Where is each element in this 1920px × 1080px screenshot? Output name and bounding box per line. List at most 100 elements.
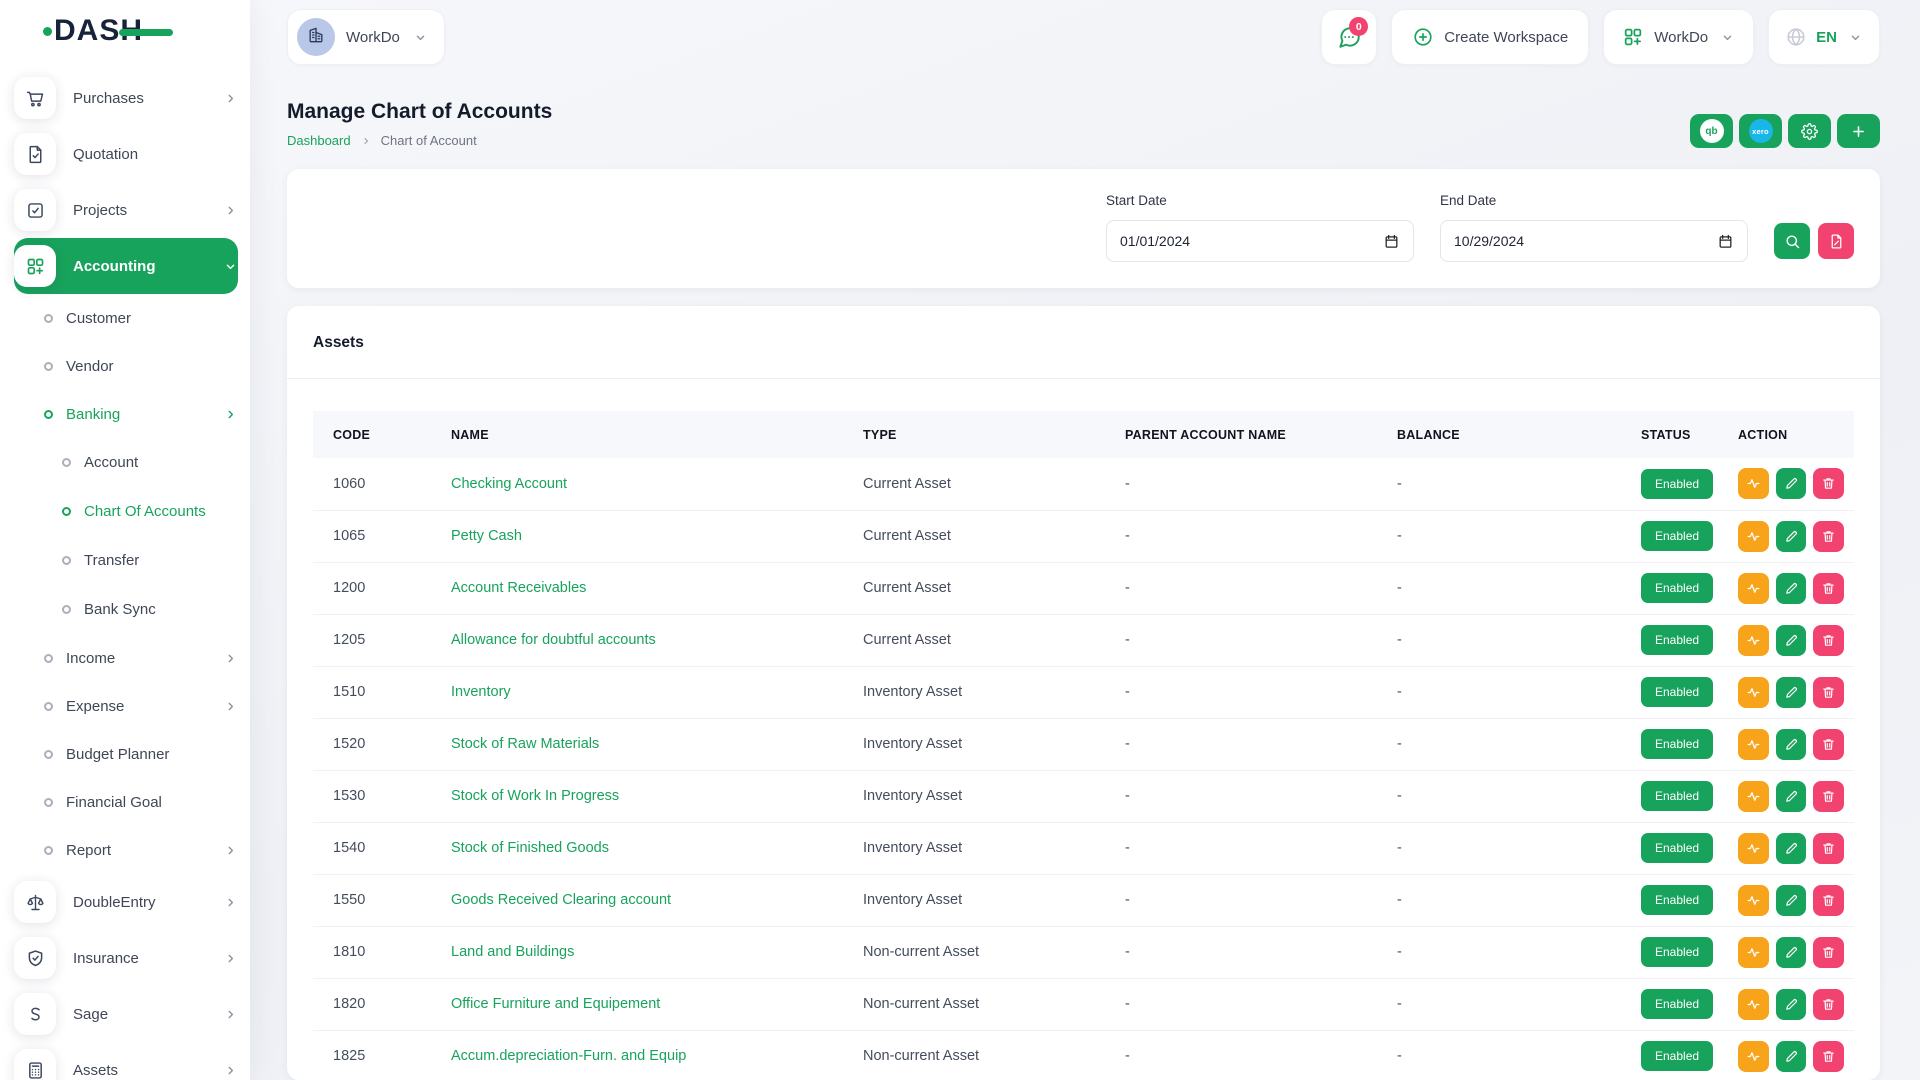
transactions-button[interactable] — [1738, 833, 1769, 864]
edit-button[interactable] — [1776, 729, 1807, 760]
delete-button[interactable] — [1813, 833, 1844, 864]
scale-icon — [14, 881, 56, 923]
app-menu-dropdown[interactable]: WorkDo — [1603, 9, 1754, 65]
account-link[interactable]: Account Receivables — [451, 580, 586, 596]
sidebar-item-sage[interactable]: Sage — [14, 986, 238, 1042]
edit-button[interactable] — [1776, 521, 1807, 552]
status-badge[interactable]: Enabled — [1641, 781, 1713, 811]
transactions-button[interactable] — [1738, 468, 1769, 499]
account-link[interactable]: Allowance for doubtful accounts — [451, 632, 656, 648]
delete-button[interactable] — [1813, 989, 1844, 1020]
sidebar-item-bank-sync[interactable]: Bank Sync — [14, 585, 238, 634]
quickbooks-button[interactable]: qb — [1690, 114, 1733, 148]
status-badge[interactable]: Enabled — [1641, 521, 1713, 551]
sidebar-item-label: Budget Planner — [66, 746, 169, 763]
edit-button[interactable] — [1776, 937, 1807, 968]
transactions-button[interactable] — [1738, 729, 1769, 760]
sidebar-item-projects[interactable]: Projects — [14, 182, 238, 238]
messages-button[interactable]: 0 — [1321, 9, 1377, 65]
account-link[interactable]: Stock of Finished Goods — [451, 840, 609, 856]
delete-button[interactable] — [1813, 729, 1844, 760]
account-link[interactable]: Inventory — [451, 684, 511, 700]
edit-button[interactable] — [1776, 989, 1807, 1020]
sidebar-item-accounting[interactable]: Accounting — [14, 238, 238, 294]
workspace-selector[interactable]: WorkDo — [287, 9, 445, 65]
breadcrumb-dashboard-link[interactable]: Dashboard — [287, 133, 351, 148]
status-badge[interactable]: Enabled — [1641, 469, 1713, 499]
account-link[interactable]: Petty Cash — [451, 528, 522, 544]
sidebar-item-financial-goal[interactable]: Financial Goal — [14, 778, 238, 826]
transactions-button[interactable] — [1738, 1041, 1769, 1072]
sidebar-item-doubleentry[interactable]: DoubleEntry — [14, 874, 238, 930]
edit-button[interactable] — [1776, 625, 1807, 656]
sidebar-item-report[interactable]: Report — [14, 826, 238, 874]
sidebar-item-expense[interactable]: Expense — [14, 682, 238, 730]
sidebar-item-income[interactable]: Income — [14, 634, 238, 682]
status-badge[interactable]: Enabled — [1641, 833, 1713, 863]
status-badge[interactable]: Enabled — [1641, 885, 1713, 915]
edit-button[interactable] — [1776, 1041, 1807, 1072]
apply-filter-button[interactable] — [1774, 223, 1810, 259]
edit-button[interactable] — [1776, 468, 1807, 499]
create-workspace-button[interactable]: Create Workspace — [1391, 9, 1589, 65]
delete-button[interactable] — [1813, 937, 1844, 968]
sidebar-item-assets[interactable]: Assets — [14, 1042, 238, 1080]
settings-button[interactable] — [1788, 114, 1831, 148]
brand-logo[interactable]: DASH — [0, 0, 250, 62]
sidebar-item-transfer[interactable]: Transfer — [14, 536, 238, 585]
sidebar-item-customer[interactable]: Customer — [14, 294, 238, 342]
start-date-input[interactable] — [1120, 233, 1383, 249]
delete-button[interactable] — [1813, 468, 1844, 499]
language-dropdown[interactable]: EN — [1768, 9, 1880, 65]
sidebar-item-chart-of-accounts[interactable]: Chart Of Accounts — [14, 487, 238, 536]
delete-button[interactable] — [1813, 521, 1844, 552]
account-link[interactable]: Stock of Raw Materials — [451, 736, 599, 752]
account-link[interactable]: Office Furniture and Equipement — [451, 996, 660, 1012]
transactions-button[interactable] — [1738, 781, 1769, 812]
sidebar-item-label: Quotation — [73, 146, 138, 163]
edit-button[interactable] — [1776, 781, 1807, 812]
delete-button[interactable] — [1813, 625, 1844, 656]
transactions-button[interactable] — [1738, 625, 1769, 656]
edit-button[interactable] — [1776, 677, 1807, 708]
delete-button[interactable] — [1813, 885, 1844, 916]
account-link[interactable]: Stock of Work In Progress — [451, 788, 619, 804]
status-badge[interactable]: Enabled — [1641, 989, 1713, 1019]
create-account-button[interactable] — [1837, 114, 1880, 148]
status-badge[interactable]: Enabled — [1641, 729, 1713, 759]
edit-button[interactable] — [1776, 573, 1807, 604]
status-badge[interactable]: Enabled — [1641, 937, 1713, 967]
transactions-button[interactable] — [1738, 937, 1769, 968]
calendar-icon[interactable] — [1717, 233, 1734, 250]
status-badge[interactable]: Enabled — [1641, 1041, 1713, 1071]
sidebar-item-budget-planner[interactable]: Budget Planner — [14, 730, 238, 778]
calendar-icon[interactable] — [1383, 233, 1400, 250]
sidebar-item-insurance[interactable]: Insurance — [14, 930, 238, 986]
xero-button[interactable]: xero — [1739, 114, 1782, 148]
account-link[interactable]: Land and Buildings — [451, 944, 574, 960]
edit-button[interactable] — [1776, 885, 1807, 916]
sidebar-item-purchases[interactable]: Purchases — [14, 70, 238, 126]
account-link[interactable]: Accum.depreciation-Furn. and Equip — [451, 1048, 686, 1064]
transactions-button[interactable] — [1738, 573, 1769, 604]
status-badge[interactable]: Enabled — [1641, 677, 1713, 707]
sidebar-item-vendor[interactable]: Vendor — [14, 342, 238, 390]
sidebar-item-account[interactable]: Account — [14, 438, 238, 487]
transactions-button[interactable] — [1738, 677, 1769, 708]
sidebar-item-quotation[interactable]: Quotation — [14, 126, 238, 182]
transactions-button[interactable] — [1738, 885, 1769, 916]
end-date-input[interactable] — [1454, 233, 1717, 249]
account-link[interactable]: Goods Received Clearing account — [451, 892, 671, 908]
transactions-button[interactable] — [1738, 989, 1769, 1020]
edit-button[interactable] — [1776, 833, 1807, 864]
account-link[interactable]: Checking Account — [451, 476, 567, 492]
status-badge[interactable]: Enabled — [1641, 573, 1713, 603]
sidebar-item-banking[interactable]: Banking — [14, 390, 238, 438]
delete-button[interactable] — [1813, 781, 1844, 812]
reset-filter-button[interactable] — [1818, 223, 1854, 259]
status-badge[interactable]: Enabled — [1641, 625, 1713, 655]
delete-button[interactable] — [1813, 573, 1844, 604]
delete-button[interactable] — [1813, 677, 1844, 708]
delete-button[interactable] — [1813, 1041, 1844, 1072]
transactions-button[interactable] — [1738, 521, 1769, 552]
